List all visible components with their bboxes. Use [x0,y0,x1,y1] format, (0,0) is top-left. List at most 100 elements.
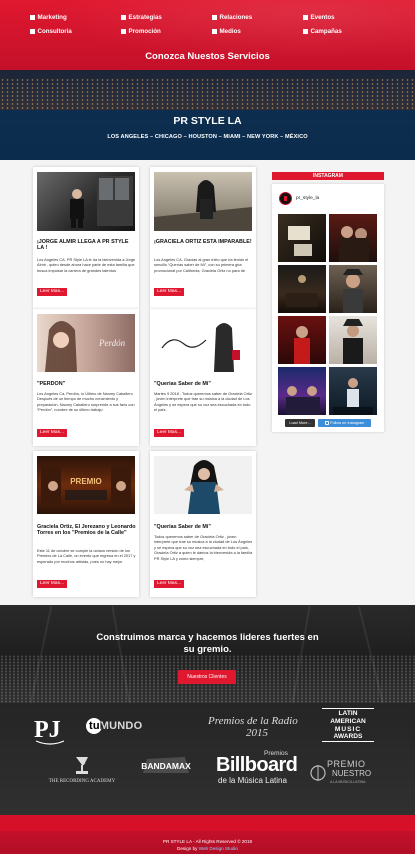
square-bullet-icon [30,15,35,20]
pj-logo: PJ [32,711,68,747]
post-title[interactable]: ¡GRACIELA ORTIZ ESTA IMPARABLE! [154,239,253,245]
services-title: Conozca Nuestos Servicios [145,51,270,62]
service-consultoria[interactable]: Consultoria [30,28,121,35]
read-more-button[interactable]: Leer Mas... [154,580,184,588]
service-marketing[interactable]: Marketing [30,14,121,21]
post-image[interactable] [154,314,252,372]
bandamax-mark: BANDAMAX [141,757,191,773]
post-card: PREMIO Graciela Ortiz, El Jerezano y Leo… [33,451,139,597]
post-image[interactable] [37,172,135,231]
service-label: Consultoria [37,28,72,35]
photo-illustration: Perdón [45,321,126,372]
billboard-sub: de la Música Latina [218,776,287,785]
photo-illustration [294,326,310,364]
read-more-button[interactable]: Leer Mas... [154,429,184,437]
photo-illustration [286,386,320,415]
premio-nuestro-line-1: PREMIO [327,759,366,769]
photo-illustration [184,460,224,514]
photo-illustration [343,319,363,364]
service-relaciones[interactable]: Relaciones [212,14,303,21]
post-image[interactable] [154,172,252,231]
square-bullet-icon [303,15,308,20]
post-title[interactable]: "PERDON" [37,381,136,387]
post-card: ¡GRACIELA ORTIZ ESTA IMPARABLE! Los Ange… [150,167,256,309]
premio-nuestro-line-3: A LA MÚSICA LATINA [330,780,366,784]
instagram-photo[interactable] [278,265,326,313]
clients-button[interactable]: Nuestros Clientes [178,670,236,684]
photo-illustration [286,275,318,307]
read-more-button[interactable]: Leer Mas... [154,288,184,296]
instagram-username[interactable]: pr_style_la [296,196,319,201]
service-promocion[interactable]: Promoción [121,28,212,35]
read-more-button[interactable]: Leer Mas... [37,288,67,296]
instagram-avatar[interactable] [279,192,292,205]
post-image[interactable] [154,456,252,514]
square-bullet-icon [212,29,217,34]
footer: PR STYLE LA - All Rights Reserved © 2019… [0,815,415,854]
read-more-button[interactable]: Leer Mas... [37,429,67,437]
service-label: Estrategias [128,14,162,21]
service-label: Marketing [37,14,67,21]
post-excerpt: Martes 9 2018 , Todos queremos saber de … [154,391,252,413]
post-image[interactable]: Perdón [37,314,135,372]
instagram-icon [324,421,329,425]
service-medios[interactable]: Medios [212,28,303,35]
post-image[interactable]: PREMIO [37,456,135,514]
service-estrategias[interactable]: Estrategias [121,14,212,21]
promo-banner: Construimos marca y hacemos lideres fuer… [0,605,415,703]
tumundo-text: tuMUNDO [89,720,143,732]
city-lights-image [0,78,415,112]
service-label: Promoción [128,28,161,35]
premios-radio-year: 2015 [246,727,268,739]
service-campanas[interactable]: Campañas [303,28,394,35]
square-bullet-icon [303,29,308,34]
latin-ama-logo: LATIN AMERICAN MUSIC AWARDS [322,708,374,742]
service-label: Medios [219,28,241,35]
pj-mark: PJ [34,717,65,745]
latin-ama-line: AWARDS [333,733,363,741]
instagram-photo[interactable] [278,367,326,415]
banner-cities: LOS ANGELES – CHICAGO – HOUSTON – MIAMI … [107,134,308,140]
services-menu: Marketing Estrategias Relaciones Eventos… [30,14,400,35]
post-excerpt: Este 11 de octubre se cumple la octava v… [37,548,136,564]
footer-credit: Design by Web Design Studio [0,846,415,851]
svg-text:PREMIO: PREMIO [70,477,102,486]
bandamax-text: BANDAMAX [141,761,191,771]
post-title[interactable]: ¡JORGE ALMIR LLEGA A PR STYLE LA ! [37,239,136,252]
premio-nuestro-logo: PREMIO NUESTRO A LA MÚSICA LATINA [310,759,380,791]
billboard-logo: Premios Billboard de la Música Latina [216,750,298,786]
post-title[interactable]: "Querias Saber de Mi" [154,381,253,387]
photo-illustration [333,378,373,415]
post-title[interactable]: "Querias Saber de Mi" [154,524,253,530]
instagram-photo[interactable] [278,214,326,262]
post-title[interactable]: Graciela Ortiz, El Jerezano y Leonardo T… [37,524,136,537]
read-more-button[interactable]: Leer Mas... [37,580,67,588]
photo-illustration [339,226,369,262]
post-excerpt: Los Angeles CA. PR Style LA le da la bie… [37,257,136,273]
recording-academy-logo: THE RECORDING ACADEMY [40,755,124,789]
instagram-feed: pr_style_la Load More... Follow on Insta… [272,184,384,432]
photo-illustration [343,269,363,313]
follow-instagram-button[interactable]: Follow on Instagram [318,419,371,427]
photo-illustration: PREMIO [41,466,131,506]
service-label: Eventos [310,14,335,21]
instagram-photo[interactable] [329,214,377,262]
post-excerpt: Los Angeles CA. Gracias al gran éxito qu… [154,257,249,273]
footer-designer-link[interactable]: Web Design Studio [199,846,238,851]
bandamax-logo: BANDAMAX [137,755,195,775]
instagram-photo[interactable] [329,265,377,313]
post-card: "Querias Saber de Mi" Martes 9 2018 , To… [150,309,256,446]
instagram-photo[interactable] [329,367,377,415]
photo-illustration [70,176,133,228]
latin-ama-line: LATIN [338,710,358,717]
premio-nuestro-line-2: NUESTRO [332,769,372,778]
footer-credit-prefix: Design by [177,846,198,851]
services-band: Marketing Estrategias Relaciones Eventos… [0,0,415,70]
instagram-photo[interactable] [278,316,326,364]
service-eventos[interactable]: Eventos [303,14,394,21]
load-more-button[interactable]: Load More... [285,419,315,427]
square-bullet-icon [212,15,217,20]
instagram-photo[interactable] [329,316,377,364]
premios-radio-text: Premios de la Radio [208,715,298,727]
clients-logos: PJ tuMUNDO Premios de la Radio 2015 LATI… [0,703,415,815]
